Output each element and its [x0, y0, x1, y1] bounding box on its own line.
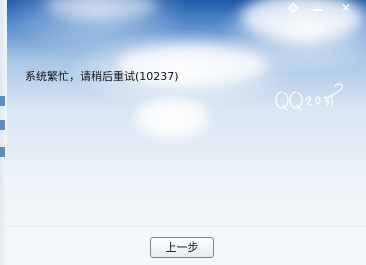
dialog-footer: 上一步	[7, 226, 366, 265]
signature-logo	[275, 83, 344, 111]
minimize-icon	[313, 9, 322, 11]
background-window-marker	[0, 147, 5, 157]
close-button[interactable]: ✕	[332, 0, 360, 16]
background-window-marker	[0, 120, 5, 130]
gear-icon	[287, 2, 299, 14]
error-message: 系统繁忙，请稍后重试(10237)	[25, 70, 179, 83]
cloud	[137, 100, 207, 135]
dialog-window: ✕ 系统繁忙，请稍后重试(10237) 上一步	[0, 0, 366, 265]
close-icon: ✕	[340, 1, 352, 15]
cloud	[47, 0, 157, 20]
back-button[interactable]: 上一步	[150, 237, 214, 258]
settings-button[interactable]	[284, 0, 302, 16]
minimize-button[interactable]	[305, 0, 329, 16]
background-window-marker	[0, 96, 5, 106]
